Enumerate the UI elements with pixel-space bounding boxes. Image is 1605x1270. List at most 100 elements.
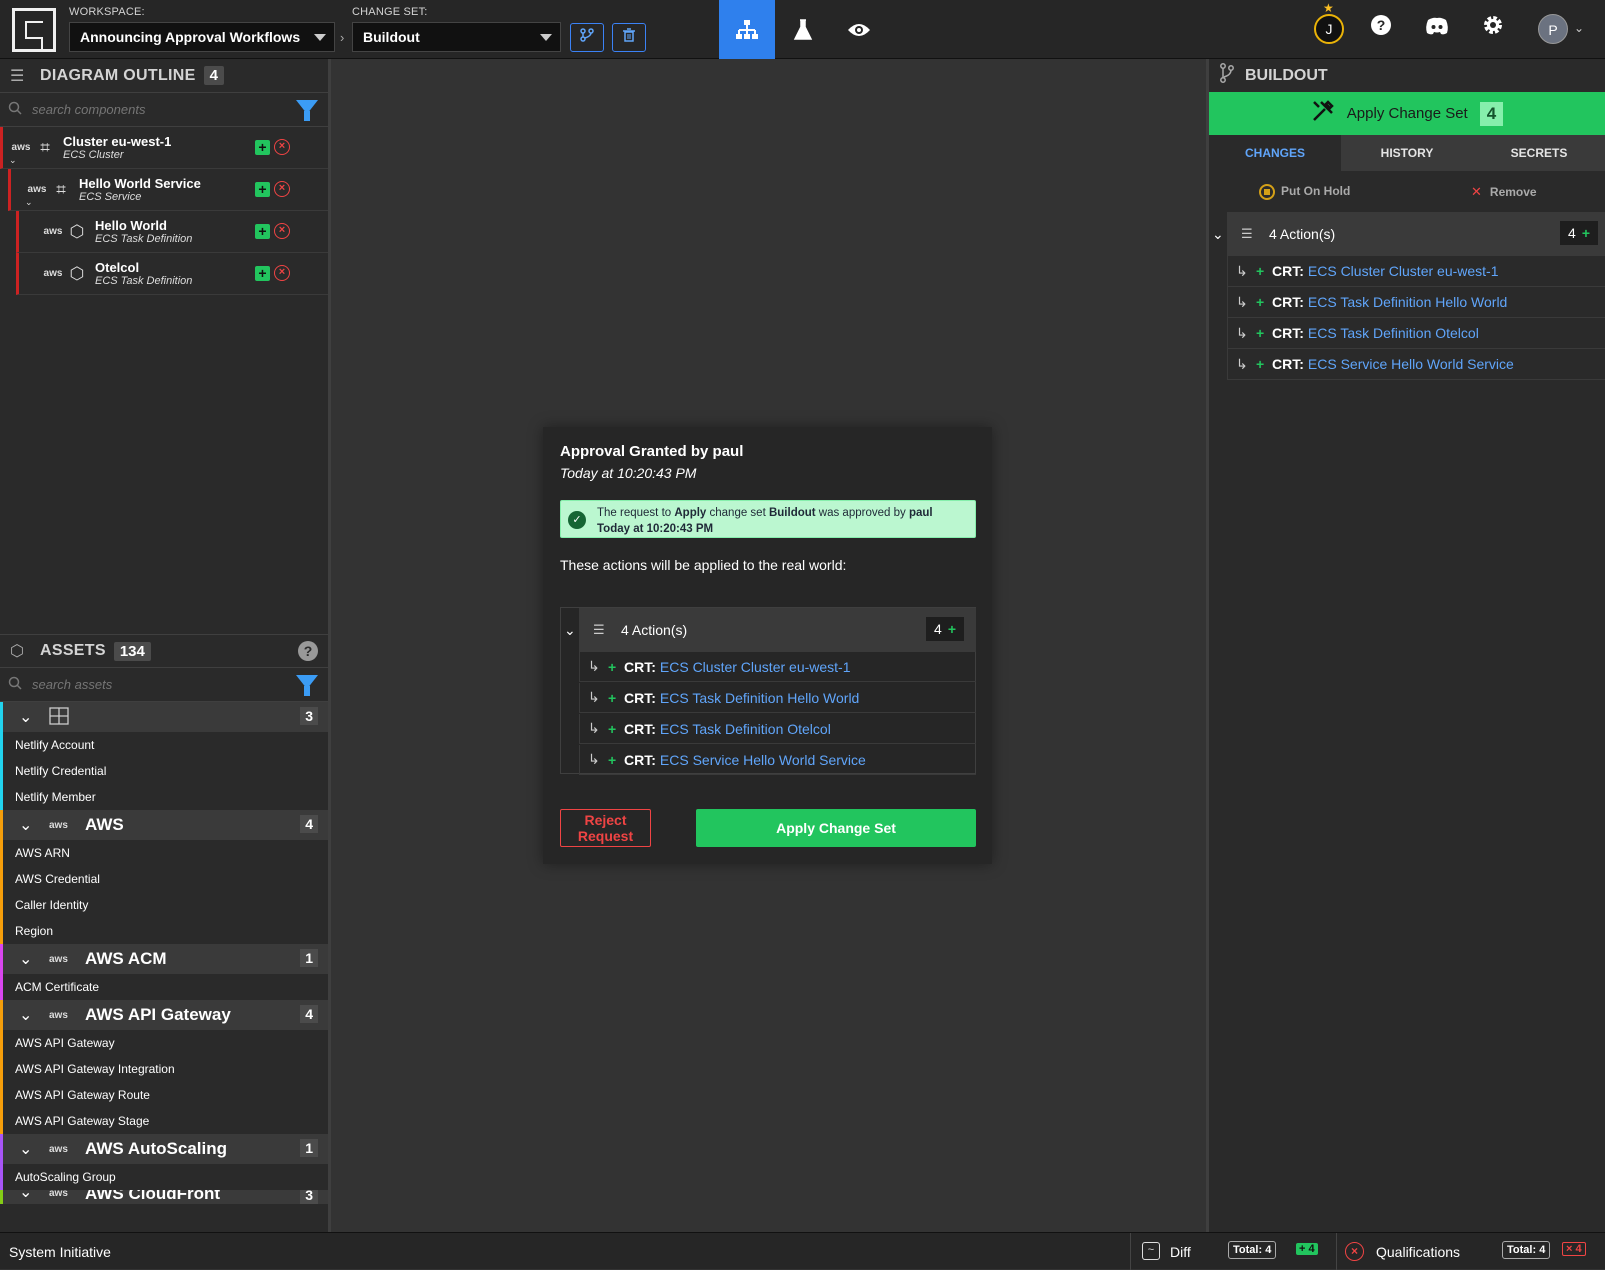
asset-category-aws-acm[interactable]: ⌄ aws AWS ACM 1 bbox=[0, 944, 328, 974]
asset-item[interactable]: Caller Identity bbox=[0, 892, 328, 918]
asset-category-aws-api-gateway[interactable]: ⌄ aws AWS API Gateway 4 bbox=[0, 1000, 328, 1030]
qualification-failed-icon: × bbox=[274, 223, 290, 239]
asset-item[interactable]: ACM Certificate bbox=[0, 974, 328, 1000]
discord-icon[interactable] bbox=[1422, 14, 1452, 44]
asset-item[interactable]: Netlify Account bbox=[0, 732, 328, 758]
aws-logo-icon: aws bbox=[49, 1143, 68, 1155]
outline-item-type: ECS Task Definition bbox=[95, 275, 193, 287]
qual-total-badge: Total: 4 bbox=[1502, 1241, 1551, 1259]
action-row[interactable]: ↳ + CRT: ECS Cluster Cluster eu-west-1 bbox=[579, 652, 976, 682]
action-row[interactable]: ↳ + CRT: ECS Service Hello World Service bbox=[579, 745, 976, 775]
asset-item[interactable]: AWS ARN bbox=[0, 840, 328, 866]
action-row[interactable]: ↳ + CRT: ECS Cluster Cluster eu-west-1 bbox=[1227, 256, 1605, 287]
asset-category-aws-autoscaling[interactable]: ⌄ aws AWS AutoScaling 1 bbox=[0, 1134, 328, 1164]
chevron-down-icon[interactable]: ⌄ bbox=[1212, 226, 1224, 243]
action-row[interactable]: ↳ + CRT: ECS Task Definition Hello World bbox=[579, 683, 976, 713]
category-name: AWS ACM bbox=[85, 949, 167, 968]
filter-icon[interactable] bbox=[296, 675, 318, 696]
trash-icon bbox=[623, 28, 635, 42]
asset-category-aws-cloudfront[interactable]: ⌄ aws AWS CloudFront 3 bbox=[0, 1190, 328, 1204]
tab-changes[interactable]: CHANGES bbox=[1209, 135, 1341, 171]
view-mode-button[interactable] bbox=[831, 0, 887, 59]
action-link[interactable]: ECS Task Definition Hello World bbox=[660, 690, 859, 706]
gear-icon[interactable] bbox=[1478, 14, 1508, 44]
collapse-icon[interactable]: ⌄ bbox=[25, 197, 33, 208]
changeset-select[interactable]: Buildout bbox=[352, 22, 561, 52]
outline-item-otelcol[interactable]: aws ⬡ Otelcol ECS Task Definition + × bbox=[16, 253, 328, 295]
workspace-select[interactable]: Announcing Approval Workflows bbox=[69, 22, 335, 52]
abandon-changeset-button[interactable] bbox=[612, 23, 646, 52]
model-mode-button[interactable] bbox=[719, 0, 775, 59]
outline-item-service[interactable]: aws ⌗ Hello World Service ECS Service ⌄ … bbox=[8, 169, 328, 211]
chevron-down-icon[interactable]: ⌄ bbox=[1574, 21, 1584, 35]
action-link[interactable]: ECS Cluster Cluster eu-west-1 bbox=[660, 659, 851, 675]
qualifications-label: Qualifications bbox=[1376, 1244, 1461, 1260]
action-link[interactable]: ECS Service Hello World Service bbox=[1308, 356, 1514, 372]
system-initiative-logo-icon[interactable] bbox=[12, 8, 56, 52]
action-link[interactable]: ECS Task Definition Hello World bbox=[1308, 294, 1507, 310]
chevron-down-icon: ⌄ bbox=[19, 1141, 33, 1158]
approval-modal: Approval Granted by paul Today at 10:20:… bbox=[543, 427, 992, 864]
create-changeset-button[interactable] bbox=[570, 23, 604, 52]
diff-icon: ~ bbox=[1142, 1242, 1160, 1260]
apply-changeset-button[interactable]: Apply Change Set bbox=[696, 809, 976, 847]
asset-category-netlify[interactable]: ⌄ 3 bbox=[0, 702, 328, 732]
tab-secrets[interactable]: SECRETS bbox=[1473, 135, 1605, 171]
category-count: 1 bbox=[300, 949, 318, 967]
asset-item[interactable]: Netlify Member bbox=[0, 784, 328, 810]
plus-icon: + bbox=[1256, 325, 1265, 341]
asset-search-input[interactable] bbox=[32, 677, 272, 692]
customize-mode-button[interactable] bbox=[775, 0, 831, 59]
frame-icon: ⌗ bbox=[56, 179, 66, 199]
chevron-down-icon[interactable]: ⌄ bbox=[564, 622, 576, 639]
arrow-turn-icon: ↳ bbox=[1236, 324, 1248, 341]
outline-item-hello-world[interactable]: aws ⬡ Hello World ECS Task Definition + … bbox=[16, 211, 328, 253]
asset-item[interactable]: AWS API Gateway Integration bbox=[0, 1056, 328, 1082]
added-status-icon: + bbox=[255, 182, 270, 197]
category-count: 3 bbox=[300, 1190, 318, 1204]
modal-timestamp: Today at 10:20:43 PM bbox=[560, 465, 697, 481]
action-row[interactable]: ↳ + CRT: ECS Service Hello World Service bbox=[1227, 349, 1605, 380]
action-link[interactable]: ECS Task Definition Otelcol bbox=[660, 721, 831, 737]
action-link[interactable]: ECS Task Definition Otelcol bbox=[1308, 325, 1479, 341]
action-row[interactable]: ↳ + CRT: ECS Task Definition Otelcol bbox=[579, 714, 976, 744]
component-search-input[interactable] bbox=[32, 102, 272, 117]
action-row[interactable]: ↳ + CRT: ECS Task Definition Hello World bbox=[1227, 287, 1605, 318]
flask-icon bbox=[793, 19, 813, 40]
actions-header[interactable]: ☰ 4 Action(s) 4 + bbox=[1227, 212, 1605, 256]
action-link[interactable]: ECS Cluster Cluster eu-west-1 bbox=[1308, 263, 1499, 279]
actions-title: 4 Action(s) bbox=[1269, 226, 1336, 242]
asset-item[interactable]: AWS Credential bbox=[0, 866, 328, 892]
collaborator-avatar[interactable]: J bbox=[1314, 14, 1344, 44]
action-link[interactable]: ECS Service Hello World Service bbox=[660, 752, 866, 768]
apply-changeset-bar-button[interactable]: Apply Change Set 4 bbox=[1209, 92, 1605, 135]
outline-item-cluster[interactable]: aws ⌗ Cluster eu-west-1 ECS Cluster ⌄ + … bbox=[0, 127, 328, 169]
reject-request-button[interactable]: Reject Request bbox=[560, 809, 651, 847]
asset-item[interactable]: AWS API Gateway Stage bbox=[0, 1108, 328, 1134]
put-on-hold-button[interactable]: Put On Hold bbox=[1259, 184, 1350, 200]
profile-avatar[interactable]: P bbox=[1538, 14, 1568, 44]
help-icon[interactable]: ? bbox=[1366, 14, 1396, 44]
asset-item[interactable]: AutoScaling Group bbox=[0, 1164, 328, 1190]
actions-header[interactable]: ☰ 4 Action(s) 4 + bbox=[579, 608, 976, 652]
outline-item-name: Hello World bbox=[95, 218, 167, 233]
help-icon[interactable]: ? bbox=[298, 641, 318, 661]
asset-item[interactable]: AWS API Gateway bbox=[0, 1030, 328, 1056]
changeset-label: CHANGE SET: bbox=[352, 6, 428, 18]
asset-item[interactable]: Netlify Credential bbox=[0, 758, 328, 784]
remove-button[interactable]: ✕ Remove bbox=[1471, 184, 1537, 200]
git-branch-icon bbox=[580, 28, 594, 42]
filter-icon[interactable] bbox=[296, 100, 318, 121]
changeset-title: BUILDOUT bbox=[1245, 66, 1328, 84]
arrow-turn-icon: ↳ bbox=[588, 751, 600, 767]
arrow-turn-icon: ↳ bbox=[1236, 293, 1248, 310]
asset-category-aws[interactable]: ⌄ aws AWS 4 bbox=[0, 810, 328, 840]
collapse-icon[interactable]: ⌄ bbox=[9, 155, 17, 166]
diff-label: Diff bbox=[1170, 1244, 1191, 1260]
asset-item[interactable]: AWS API Gateway Route bbox=[0, 1082, 328, 1108]
workspace-label: WORKSPACE: bbox=[69, 6, 145, 18]
tab-history[interactable]: HISTORY bbox=[1341, 135, 1473, 171]
asset-item[interactable]: Region bbox=[0, 918, 328, 944]
chevron-down-icon bbox=[314, 34, 326, 41]
action-row[interactable]: ↳ + CRT: ECS Task Definition Otelcol bbox=[1227, 318, 1605, 349]
